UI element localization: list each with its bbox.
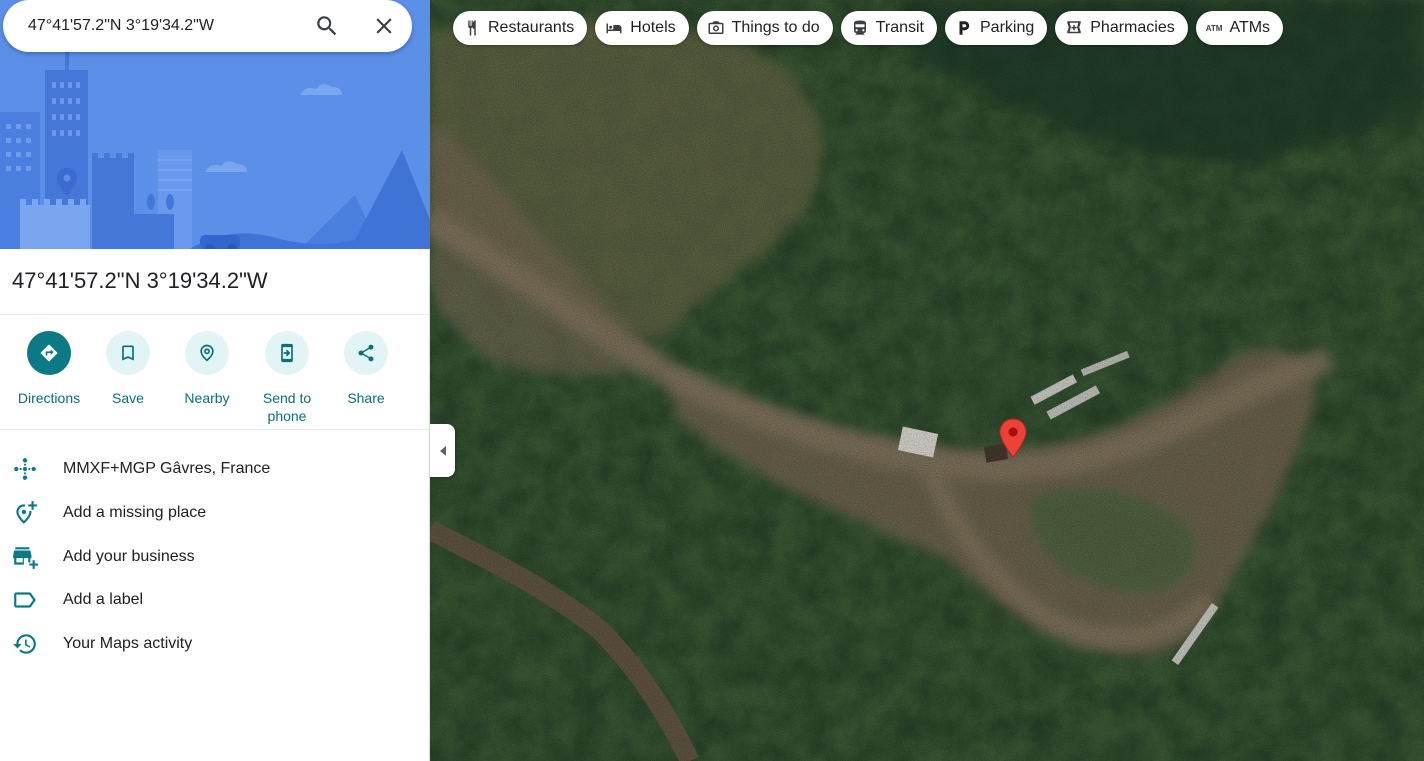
- chip-label: Pharmacies: [1090, 19, 1175, 36]
- action-label: Share: [347, 390, 385, 406]
- satellite-imagery: [430, 0, 1424, 761]
- history-icon: [12, 631, 38, 657]
- chip-parking[interactable]: Parking: [945, 11, 1048, 45]
- chip-label: ATMs: [1229, 19, 1271, 36]
- caret-left-icon: [439, 445, 446, 456]
- chip-label: Things to do: [731, 19, 820, 36]
- collapse-panel-button[interactable]: [430, 424, 455, 477]
- add-missing-place-row[interactable]: Add a missing place: [0, 491, 430, 535]
- send-to-phone-icon: [281, 343, 293, 363]
- category-chips: Restaurants Hotels Things to do Transit …: [453, 11, 1284, 45]
- restaurant-icon: [468, 20, 476, 36]
- satellite-map[interactable]: [430, 0, 1424, 761]
- bookmark-icon: [122, 345, 134, 361]
- hotel-icon: [606, 23, 622, 34]
- place-title: 47°41'57.2"N 3°19'34.2"W: [12, 268, 268, 293]
- maps-activity-text: Your Maps activity: [63, 635, 193, 652]
- chip-pharmacies[interactable]: Pharmacies: [1055, 11, 1188, 45]
- share-icon: [358, 344, 374, 362]
- send-to-phone-circle[interactable]: [265, 331, 309, 375]
- share-circle[interactable]: [344, 331, 388, 375]
- add-business-text: Add your business: [63, 548, 195, 565]
- directions-icon: [40, 344, 58, 362]
- add-business-icon: [12, 544, 38, 570]
- plus-code-icon: [12, 456, 38, 482]
- divider: [0, 429, 430, 430]
- close-icon[interactable]: [371, 13, 397, 39]
- maps-activity-row[interactable]: Your Maps activity: [0, 622, 430, 666]
- label-icon: [12, 587, 38, 613]
- search-icon[interactable]: [314, 13, 340, 39]
- pharmacy-icon: [1067, 21, 1081, 34]
- nearby-button[interactable]: Nearby: [167, 331, 247, 407]
- location-pin-icon[interactable]: [998, 418, 1028, 458]
- chip-restaurants[interactable]: Restaurants: [453, 11, 588, 45]
- directions-button[interactable]: Directions: [9, 331, 89, 407]
- add-label-text: Add a label: [63, 591, 144, 608]
- parking-icon: [959, 21, 970, 35]
- action-label: Nearby: [184, 390, 230, 406]
- chip-label: Restaurants: [488, 19, 575, 36]
- share-button[interactable]: Share: [326, 331, 406, 407]
- plus-code-text: MMXF+MGP Gâvres, France: [63, 460, 271, 477]
- action-label-line1: Send to: [262, 390, 312, 406]
- chip-transit[interactable]: Transit: [840, 11, 937, 45]
- search-box[interactable]: [3, 0, 412, 52]
- chip-label: Parking: [980, 19, 1035, 36]
- search-input[interactable]: [28, 17, 298, 35]
- save-button[interactable]: Save: [88, 331, 168, 407]
- chip-hotels[interactable]: Hotels: [595, 11, 689, 45]
- action-label: Send to phone: [247, 389, 327, 425]
- action-label-line2: phone: [267, 408, 307, 424]
- nearby-circle[interactable]: [185, 331, 229, 375]
- chip-label: Transit: [875, 19, 924, 36]
- side-panel: 47°41'57.2"N 3°19'34.2"W Directions Save: [0, 0, 430, 761]
- camera-icon: [708, 21, 724, 34]
- atm-icon: ATM: [1205, 23, 1223, 33]
- action-label: Save: [112, 390, 144, 406]
- action-label: Directions: [17, 390, 81, 406]
- divider: [0, 314, 430, 315]
- maps-app: Restaurants Hotels Things to do Transit …: [0, 0, 1424, 761]
- transit-icon: [853, 20, 866, 35]
- add-business-row[interactable]: Add your business: [0, 535, 430, 579]
- chip-label: Hotels: [630, 19, 676, 36]
- send-to-phone-button[interactable]: Send to phone: [247, 331, 327, 425]
- add-place-icon: [12, 500, 38, 526]
- chip-atms[interactable]: ATM ATMs: [1195, 11, 1284, 45]
- add-missing-place-text: Add a missing place: [63, 504, 207, 521]
- directions-circle[interactable]: [27, 331, 71, 375]
- plus-code-row[interactable]: MMXF+MGP Gâvres, France: [0, 447, 430, 491]
- save-circle[interactable]: [106, 331, 150, 375]
- add-label-row[interactable]: Add a label: [0, 578, 430, 622]
- chip-things-to-do[interactable]: Things to do: [696, 11, 833, 45]
- nearby-icon: [200, 344, 214, 362]
